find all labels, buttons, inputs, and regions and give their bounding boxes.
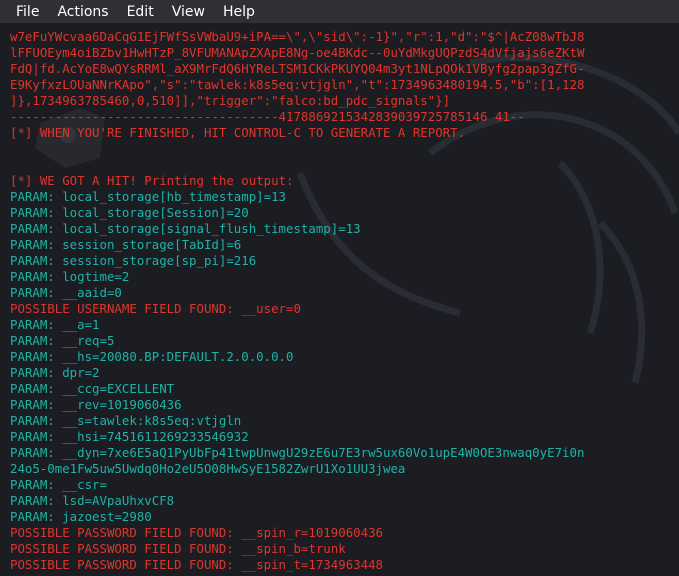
terminal-line: POSSIBLE PASSWORD FIELD FOUND: __spin_t=…	[10, 557, 383, 572]
terminal-line: w7eFuYWcvaa6DaCqG1EjFWfSsVWbaU9+iPA==\",…	[10, 29, 585, 44]
terminal-output: w7eFuYWcvaa6DaCqG1EjFWfSsVWbaU9+iPA==\",…	[0, 23, 679, 573]
terminal-line: PARAM: __hsi=7451611269233546932	[10, 429, 249, 444]
terminal-line: PARAM: lsd=AVpaUhxvCF8	[10, 493, 175, 508]
terminal-line: 24o5-0me1Fw5uw5Uwdq0Ho2eU5O08HwSyE1582Zw…	[10, 461, 406, 476]
menu-view[interactable]: View	[162, 4, 213, 20]
terminal-line: PARAM: __aaid=0	[10, 285, 122, 300]
terminal-line: ]},1734963785460,0,510]],"trigger":"falc…	[10, 93, 451, 108]
terminal-line: [*] WE GOT A HIT! Printing the output:	[10, 173, 294, 188]
menu-edit[interactable]: Edit	[117, 4, 162, 20]
terminal-line: PARAM: local_storage[hb_timestamp]=13	[10, 189, 287, 204]
terminal-line: PARAM: __csr=	[10, 477, 107, 492]
terminal-line: POSSIBLE PASSWORD FIELD FOUND: __spin_r=…	[10, 525, 383, 540]
terminal-line: POSSIBLE USERNAME FIELD FOUND: __user=0	[10, 301, 301, 316]
terminal-line: PARAM: __hs=20080.BP:DEFAULT.2.0.0.0.0	[10, 349, 294, 364]
terminal-line: PARAM: local_storage[signal_flush_timest…	[10, 221, 361, 236]
menu-help[interactable]: Help	[213, 4, 263, 20]
menu-actions[interactable]: Actions	[47, 4, 116, 20]
terminal-line: E9KyfxzLOUaNNrKApo","s":"tawlek:k8s5eq:v…	[10, 77, 585, 92]
menu-bar: File Actions Edit View Help	[0, 0, 679, 23]
terminal-line: PARAM: __s=tawlek:k8s5eq:vtjgln	[10, 413, 242, 428]
terminal-line: lFFUOEym4oiBZbv1HwHTzP_8VFUMANApZXApE8Ng…	[10, 45, 585, 60]
menu-file[interactable]: File	[6, 4, 47, 20]
terminal-line: PARAM: __dyn=7xe6E5aQ1PyUbFp41twpUnwgU29…	[10, 445, 585, 460]
terminal-line: PARAM: session_storage[sp_pi]=216	[10, 253, 257, 268]
terminal-line: PARAM: __ccg=EXCELLENT	[10, 381, 175, 396]
terminal-line: PARAM: __rev=1019060436	[10, 397, 182, 412]
terminal-line: [*] WHEN YOU'RE FINISHED, HIT CONTROL-C …	[10, 125, 466, 140]
terminal-line: PARAM: local_storage[Session]=20	[10, 205, 249, 220]
terminal-line: PARAM: dpr=2	[10, 365, 100, 380]
terminal-area[interactable]: w7eFuYWcvaa6DaCqG1EjFWfSsVWbaU9+iPA==\",…	[0, 23, 679, 576]
terminal-line: PARAM: session_storage[TabId]=6	[10, 237, 242, 252]
terminal-line: PARAM: __req=5	[10, 333, 115, 348]
terminal-line: FdQ|fd.AcYoE8wQYsRRMl_aX9MrFdQ6HYReLTSM1…	[10, 61, 585, 76]
terminal-line: POSSIBLE PASSWORD FIELD FOUND: __spin_b=…	[10, 541, 346, 556]
terminal-line: ------------------------------------4178…	[10, 109, 525, 124]
terminal-line: PARAM: logtime=2	[10, 269, 130, 284]
terminal-line: PARAM: jazoest=2980	[10, 509, 152, 524]
terminal-line: PARAM: __a=1	[10, 317, 100, 332]
